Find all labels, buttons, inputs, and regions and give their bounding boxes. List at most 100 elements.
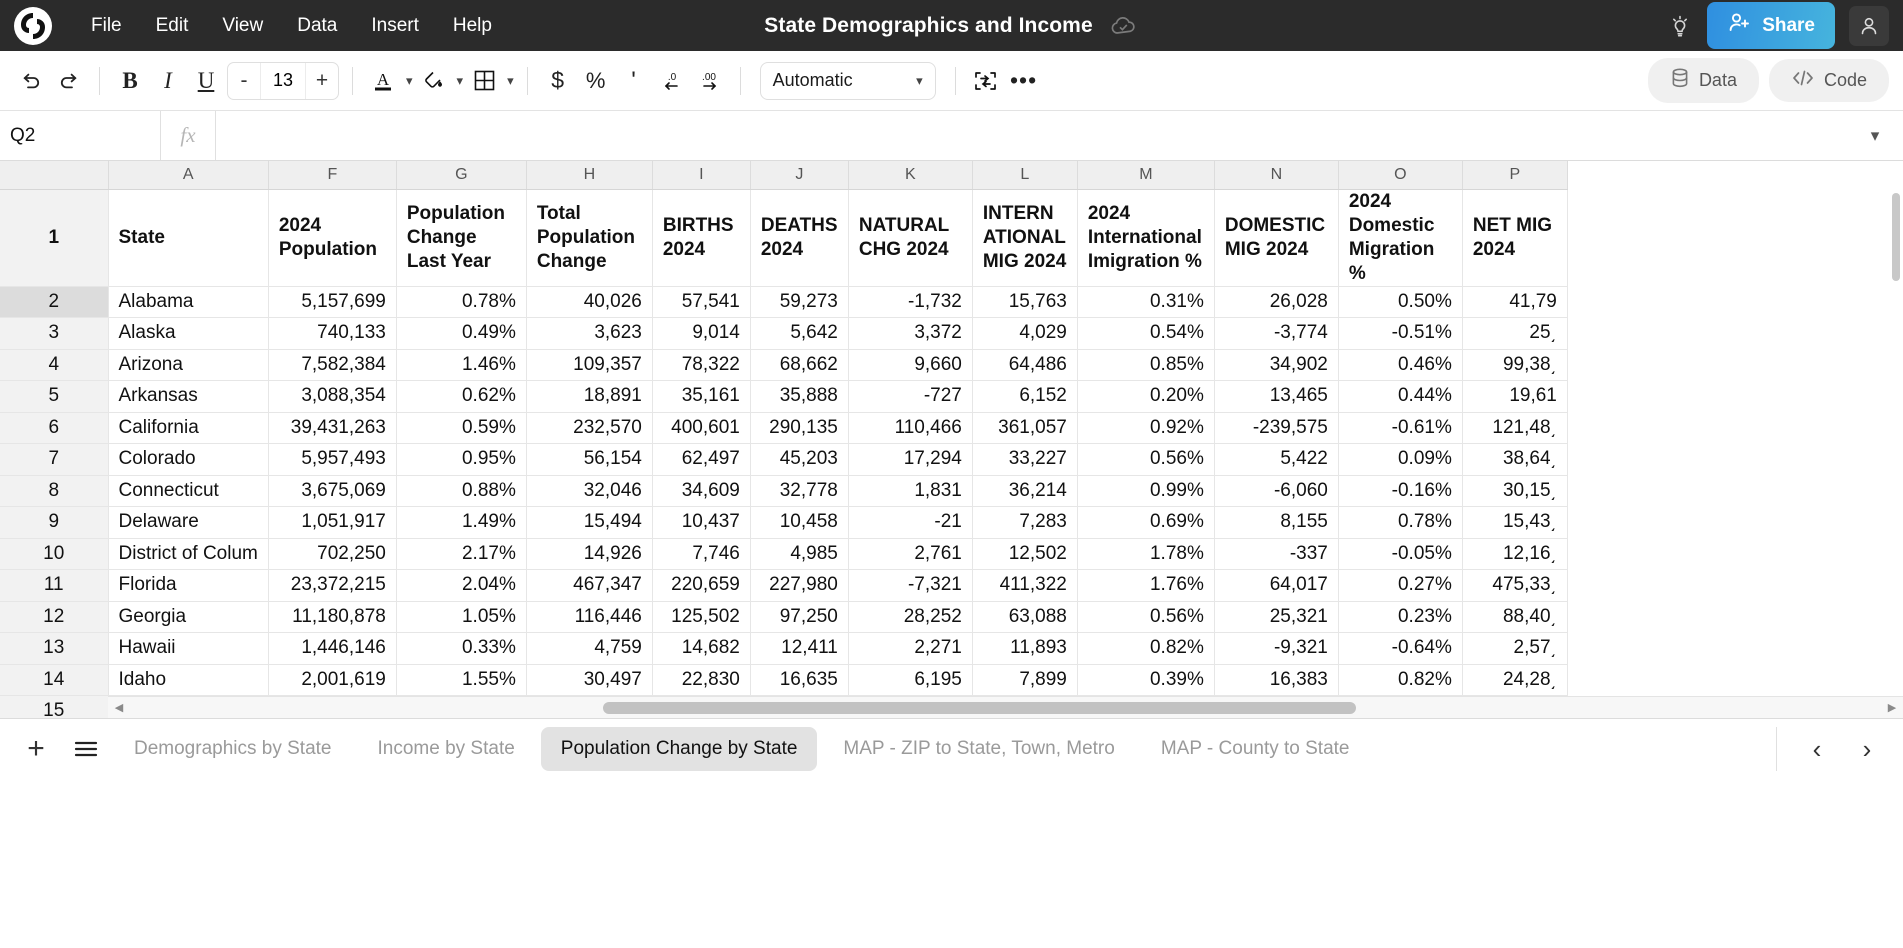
grid-cell[interactable]: 36,214 <box>972 475 1077 507</box>
row-header-11[interactable]: 11 <box>0 570 108 602</box>
grid-cell[interactable]: 232,570 <box>526 412 652 444</box>
column-title-cell[interactable]: NATURAL CHG 2024 <box>848 189 972 286</box>
grid-cell[interactable]: 7,899 <box>972 664 1077 696</box>
grid-cell[interactable]: 0.78% <box>396 286 526 318</box>
grid-cell[interactable]: 5,422 <box>1214 444 1338 476</box>
grid-cell[interactable]: 8,155 <box>1214 507 1338 539</box>
quadratic-logo-icon[interactable] <box>14 7 52 45</box>
grid-cell[interactable]: 2,57͵ <box>1462 633 1567 665</box>
grid-cell[interactable]: 16,635 <box>750 664 848 696</box>
grid-cell[interactable]: 18,891 <box>526 381 652 413</box>
grid-cell[interactable]: -0.51% <box>1338 318 1462 350</box>
chevron-left-icon[interactable]: ‹ <box>1795 727 1839 771</box>
menu-insert[interactable]: Insert <box>354 10 436 42</box>
grid-cell[interactable]: 1.49% <box>396 507 526 539</box>
grid-cell[interactable]: 467,347 <box>526 570 652 602</box>
grid-cell[interactable]: 1.76% <box>1077 570 1214 602</box>
scroll-right-icon[interactable]: ▶ <box>1881 701 1903 714</box>
row-header-1[interactable]: 1 <box>0 189 108 286</box>
vertical-scrollbar[interactable] <box>1889 161 1903 696</box>
grid-cell[interactable]: 1.78% <box>1077 538 1214 570</box>
grid-cell[interactable]: Alabama <box>108 286 268 318</box>
grid-cell[interactable]: 0.46% <box>1338 349 1462 381</box>
borders-icon[interactable] <box>467 62 501 100</box>
grid-cell[interactable]: 2.04% <box>396 570 526 602</box>
grid-cell[interactable]: 24,28͵ <box>1462 664 1567 696</box>
grid-cell[interactable]: 6,152 <box>972 381 1077 413</box>
grid-cell[interactable]: 0.95% <box>396 444 526 476</box>
grid-cell[interactable]: Alaska <box>108 318 268 350</box>
grid-cell[interactable]: 16,383 <box>1214 664 1338 696</box>
grid-cell[interactable]: 12,411 <box>750 633 848 665</box>
grid-cell[interactable]: 12,16͵ <box>1462 538 1567 570</box>
grid-cell[interactable]: 99,38͵ <box>1462 349 1567 381</box>
borders-chevron-down-icon[interactable]: ▾ <box>507 73 514 89</box>
grid-cell[interactable]: 17,294 <box>848 444 972 476</box>
grid-cell[interactable]: 34,609 <box>652 475 750 507</box>
grid-cell[interactable]: 9,014 <box>652 318 750 350</box>
sheet-tab[interactable]: MAP - ZIP to State, Town, Metro <box>823 727 1134 771</box>
column-header-F[interactable]: F <box>268 161 396 189</box>
row-header-15[interactable]: 15 <box>0 696 108 719</box>
row-header-14[interactable]: 14 <box>0 664 108 696</box>
grid-cell[interactable]: 0.82% <box>1338 664 1462 696</box>
grid-cell[interactable]: 0.39% <box>1077 664 1214 696</box>
column-header-M[interactable]: M <box>1077 161 1214 189</box>
column-title-cell[interactable]: Total Population Change <box>526 189 652 286</box>
font-size-increase-button[interactable]: + <box>306 63 338 99</box>
sheet-tab[interactable]: Demographics by State <box>114 727 352 771</box>
grid-cell[interactable]: 4,985 <box>750 538 848 570</box>
column-header-I[interactable]: I <box>652 161 750 189</box>
grid-cell[interactable]: 11,893 <box>972 633 1077 665</box>
grid-cell[interactable]: -1,732 <box>848 286 972 318</box>
column-title-cell[interactable]: Population Change Last Year <box>396 189 526 286</box>
row-header-10[interactable]: 10 <box>0 538 108 570</box>
data-panel-button[interactable]: Data <box>1648 58 1759 103</box>
grid-cell[interactable]: 0.44% <box>1338 381 1462 413</box>
grid-cell[interactable]: 0.31% <box>1077 286 1214 318</box>
column-header-H[interactable]: H <box>526 161 652 189</box>
grid-cell[interactable]: -6,060 <box>1214 475 1338 507</box>
grid-cell[interactable]: 4,759 <box>526 633 652 665</box>
text-wrap-icon[interactable] <box>969 62 1003 100</box>
font-size-stepper[interactable]: - 13 + <box>227 62 339 100</box>
sheet-tab[interactable]: Income by State <box>358 727 535 771</box>
grid-cell[interactable]: 35,161 <box>652 381 750 413</box>
row-header-9[interactable]: 9 <box>0 507 108 539</box>
grid-cell[interactable]: Connecticut <box>108 475 268 507</box>
fill-color-chevron-down-icon[interactable]: ▾ <box>457 73 464 89</box>
grid-cell[interactable]: 0.82% <box>1077 633 1214 665</box>
row-header-12[interactable]: 12 <box>0 601 108 633</box>
grid-cell[interactable]: 0.09% <box>1338 444 1462 476</box>
column-header-G[interactable]: G <box>396 161 526 189</box>
more-options-button[interactable]: ••• <box>1007 62 1041 100</box>
column-title-cell[interactable]: 2024 Population <box>268 189 396 286</box>
column-title-cell[interactable]: 2024 Domestic Migration % <box>1338 189 1462 286</box>
grid-cell[interactable]: 19,61 <box>1462 381 1567 413</box>
grid-cell[interactable]: Georgia <box>108 601 268 633</box>
column-title-cell[interactable]: BIRTHS 2024 <box>652 189 750 286</box>
grid-cell[interactable]: 26,028 <box>1214 286 1338 318</box>
grid-cell[interactable]: 0.62% <box>396 381 526 413</box>
grid-cell[interactable]: 32,778 <box>750 475 848 507</box>
grid-cell[interactable]: 125,502 <box>652 601 750 633</box>
lightbulb-icon[interactable] <box>1667 13 1693 39</box>
grid-cell[interactable]: 1,446,146 <box>268 633 396 665</box>
column-header-J[interactable]: J <box>750 161 848 189</box>
undo-icon[interactable] <box>14 62 48 100</box>
grid-cell[interactable]: 30,15͵ <box>1462 475 1567 507</box>
grid-cell[interactable]: 0.56% <box>1077 601 1214 633</box>
grid-cell[interactable]: 361,057 <box>972 412 1077 444</box>
grid-cell[interactable]: 0.78% <box>1338 507 1462 539</box>
grid-cell[interactable]: 2,001,619 <box>268 664 396 696</box>
grid-cell[interactable]: 64,017 <box>1214 570 1338 602</box>
grid-cell[interactable]: 9,660 <box>848 349 972 381</box>
row-header-5[interactable]: 5 <box>0 381 108 413</box>
grid-cell[interactable]: 475,33͵ <box>1462 570 1567 602</box>
text-color-chevron-down-icon[interactable]: ▾ <box>406 73 413 89</box>
grid-cell[interactable]: 40,026 <box>526 286 652 318</box>
share-button[interactable]: Share <box>1707 2 1835 49</box>
grid-cell[interactable]: 0.23% <box>1338 601 1462 633</box>
horizontal-scrollbar-thumb[interactable] <box>603 702 1356 714</box>
column-header-P[interactable]: P <box>1462 161 1567 189</box>
